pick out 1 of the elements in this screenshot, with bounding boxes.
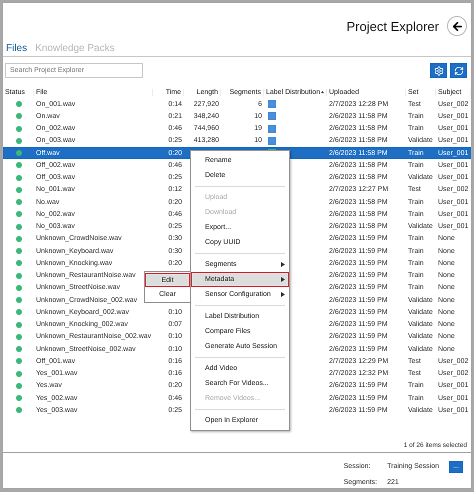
- window-title: Project Explorer: [346, 18, 439, 34]
